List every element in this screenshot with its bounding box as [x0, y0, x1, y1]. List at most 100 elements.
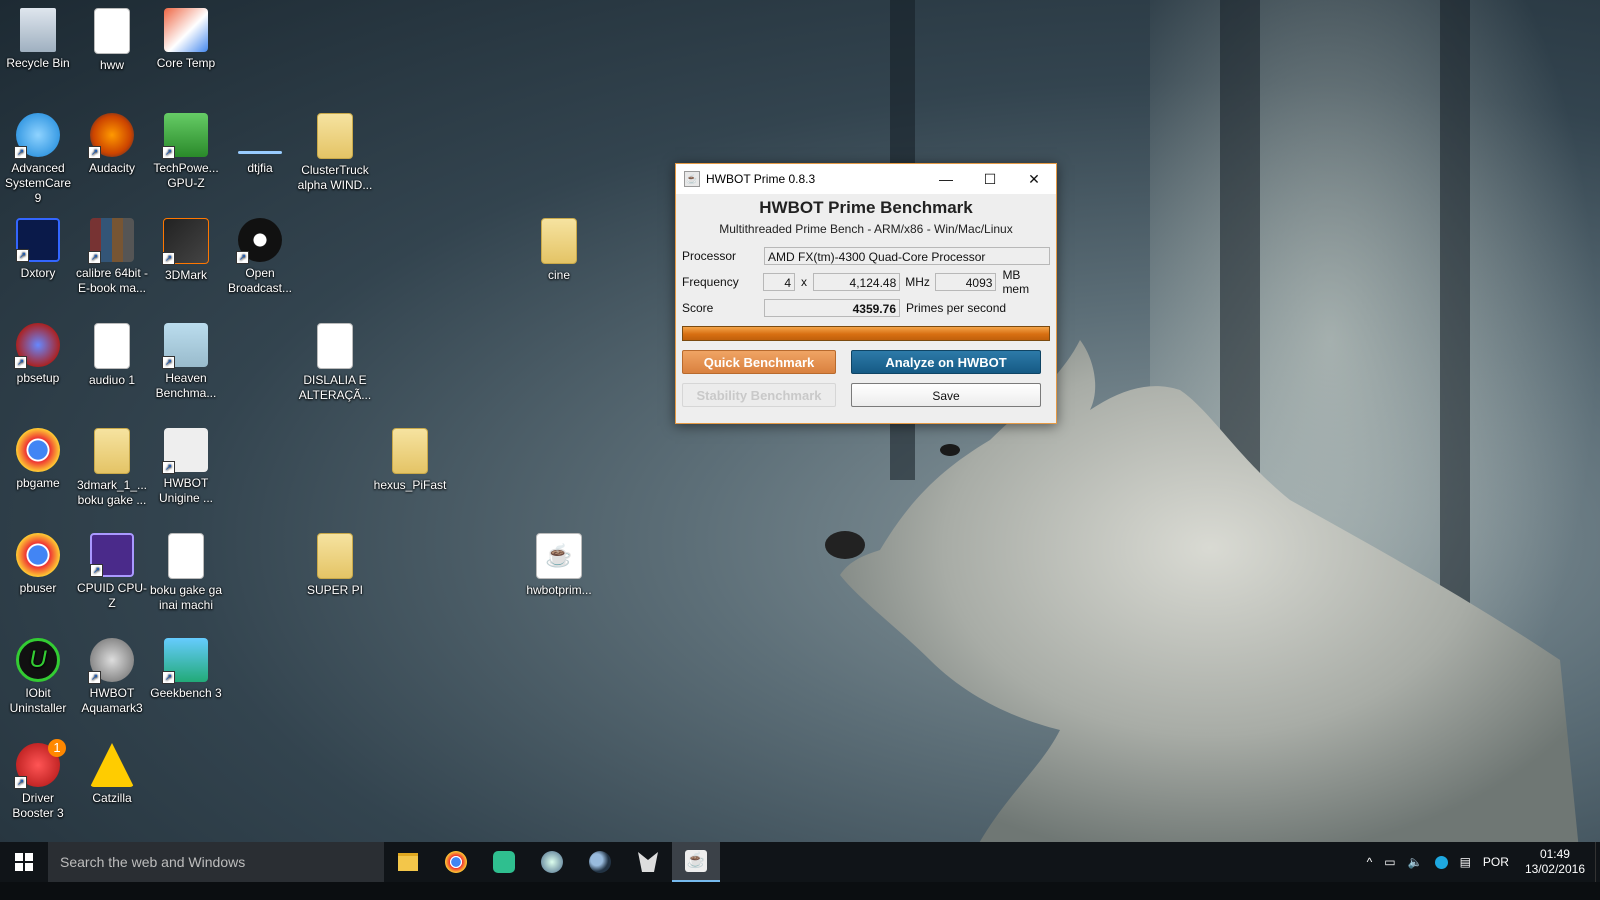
desktop-icon-hww[interactable]: hww	[74, 8, 150, 73]
volume-icon[interactable]: 🔈	[1408, 855, 1423, 869]
window-titlebar[interactable]: ☕ HWBOT Prime 0.8.3 — ☐ ✕	[676, 164, 1056, 194]
desktop-icon-cpu-z[interactable]: ↗ CPUID CPU-Z	[74, 533, 150, 611]
network-icon[interactable]: ▭	[1384, 855, 1395, 869]
recycle-bin-icon	[20, 8, 56, 52]
desktop-icon-gpu-z[interactable]: ↗ TechPowe... GPU-Z	[148, 113, 224, 191]
desktop-icon-dxtory[interactable]: ↗ Dxtory	[0, 218, 76, 281]
windows-logo-icon	[15, 853, 33, 871]
taskbar-app-fox[interactable]	[624, 842, 672, 882]
driver-booster-icon: ↗ 1	[14, 739, 66, 789]
hwbot-unigine-icon: ↗	[162, 428, 208, 474]
taskbar-search-box[interactable]: Search the web and Windows	[48, 842, 384, 882]
folder-icon	[541, 218, 577, 264]
desktop-icon-heaven[interactable]: ↗ Heaven Benchma...	[148, 323, 224, 401]
close-button[interactable]: ✕	[1012, 164, 1056, 194]
cores-field: 4	[763, 273, 796, 291]
hwbot-prime-window[interactable]: ☕ HWBOT Prime 0.8.3 — ☐ ✕ HWBOT Prime Be…	[675, 163, 1057, 424]
maximize-button[interactable]: ☐	[968, 164, 1012, 194]
folder-icon	[392, 428, 428, 474]
folder-icon	[398, 853, 418, 871]
desktop-icon-dislalia[interactable]: DISLALIA E ALTERAÇÃ...	[297, 323, 373, 403]
folder-icon	[317, 533, 353, 579]
minimize-button[interactable]: —	[924, 164, 968, 194]
taskbar-file-explorer[interactable]	[384, 842, 432, 882]
desktop-icon-pbuser[interactable]: pbuser	[0, 533, 76, 596]
desktop-icon-pbsetup[interactable]: ↗ pbsetup	[0, 323, 76, 386]
desktop-icon-boku-gake[interactable]: boku gake ga inai machi	[148, 533, 224, 613]
quick-benchmark-button[interactable]: Quick Benchmark	[682, 350, 836, 374]
line-file-icon	[238, 151, 282, 154]
desktop-icon-driver-booster[interactable]: ↗ 1 Driver Booster 3	[0, 739, 76, 821]
taskbar-app-green[interactable]	[480, 842, 528, 882]
taskbar-steam[interactable]	[528, 842, 576, 882]
desktop-icon-cine[interactable]: cine	[521, 218, 597, 283]
desktop-icon-clustertruck[interactable]: ClusterTruck alpha WIND...	[297, 113, 373, 193]
desktop-icon-calibre[interactable]: ↗ calibre 64bit - E-book ma...	[74, 218, 150, 296]
desktop-icon-hwbot-unigine[interactable]: ↗ HWBOT Unigine ...	[148, 428, 224, 506]
moon-icon	[589, 851, 611, 873]
desktop-icon-obs[interactable]: ↗ Open Broadcast...	[222, 218, 298, 296]
desktop-icon-super-pi[interactable]: SUPER PI	[297, 533, 373, 598]
desktop-icon-dtjfia[interactable]: dtjfia	[222, 113, 298, 176]
desktop-icon-catzilla[interactable]: Catzilla	[74, 743, 150, 806]
taskbar: Search the web and Windows ☕ ^ ▭ 🔈 ▤ POR…	[0, 842, 1600, 882]
mhz-unit: MHz	[905, 275, 930, 289]
frequency-row: Frequency 4 x 4,124.48 MHz 4093 MB mem	[682, 268, 1050, 296]
steam-icon	[541, 851, 563, 873]
show-hidden-icons-chevron-icon[interactable]: ^	[1367, 855, 1373, 869]
iobit-uninstaller-icon: U	[16, 638, 60, 682]
thermometer-icon	[164, 8, 208, 52]
score-unit: Primes per second	[906, 301, 1007, 315]
desktop-icon-recycle-bin[interactable]: Recycle Bin	[0, 8, 76, 71]
desktop-icon-3dmark-folder[interactable]: 3dmark_1_... boku gake ...	[74, 428, 150, 508]
taskbar-hwbot-prime[interactable]: ☕	[672, 842, 720, 882]
chrome-icon	[16, 533, 60, 577]
frequency-label: Frequency	[682, 275, 739, 289]
desktop-icon-audacity[interactable]: ↗ Audacity	[74, 113, 150, 176]
memory-unit: MB mem	[1002, 268, 1030, 296]
desktop-icon-hexus-pifast[interactable]: hexus_PiFast	[372, 428, 448, 493]
analyze-on-hwbot-button[interactable]: Analyze on HWBOT	[851, 350, 1041, 374]
processor-row: Processor AMD FX(tm)-4300 Quad-Core Proc…	[682, 245, 1050, 267]
pbsetup-icon: ↗	[14, 323, 60, 369]
geekbench-icon: ↗	[162, 638, 208, 684]
benchmark-subheading: Multithreaded Prime Bench - ARM/x86 - Wi…	[719, 222, 1013, 236]
score-field: 4359.76	[764, 299, 900, 317]
systemcare-icon: ↗	[14, 113, 60, 159]
fox-mask-icon	[638, 852, 658, 872]
desktop-icon-pbgame[interactable]: pbgame	[0, 428, 76, 491]
desktop-icon-iobit-uninstaller[interactable]: U IObit Uninstaller	[0, 638, 76, 716]
clock[interactable]: 01:49 13/02/2016	[1525, 847, 1585, 877]
desktop-icon-core-temp[interactable]: Core Temp	[148, 8, 224, 71]
monitor-icon: ↗	[16, 218, 60, 262]
clock-time: 01:49	[1539, 847, 1570, 861]
taskbar-chrome[interactable]	[432, 842, 480, 882]
processor-label: Processor	[682, 249, 737, 263]
start-button[interactable]	[0, 842, 48, 882]
audacity-icon: ↗	[88, 113, 134, 159]
skype-icon[interactable]	[1434, 855, 1448, 869]
action-center-icon[interactable]: ▤	[1460, 855, 1471, 869]
show-desktop-button[interactable]	[1595, 842, 1600, 882]
aquamark-icon: ↗	[88, 638, 134, 684]
save-button[interactable]: Save	[851, 383, 1041, 407]
desktop-icon-audiuo[interactable]: audiuo 1	[74, 323, 150, 388]
taskbar-app-moon[interactable]	[576, 842, 624, 882]
desktop-icon-advanced-systemcare[interactable]: ↗ Advanced SystemCare 9	[0, 113, 76, 206]
processor-field: AMD FX(tm)-4300 Quad-Core Processor	[764, 247, 1050, 265]
gpu-z-icon: ↗	[162, 113, 208, 159]
desktop-icon-geekbench[interactable]: ↗ Geekbench 3	[148, 638, 224, 701]
chrome-icon	[16, 428, 60, 472]
stability-benchmark-button: Stability Benchmark	[682, 383, 836, 407]
score-row: Score 4359.76 Primes per second	[682, 297, 1050, 319]
word-document-icon	[317, 323, 353, 369]
window-title: HWBOT Prime 0.8.3	[706, 172, 816, 186]
cpu-z-icon: ↗	[90, 533, 134, 577]
audio-file-icon	[94, 323, 130, 369]
obs-icon: ↗	[236, 218, 282, 264]
folder-icon	[317, 113, 353, 159]
desktop-icon-aquamark[interactable]: ↗ HWBOT Aquamark3	[74, 638, 150, 716]
language-indicator[interactable]: POR	[1483, 855, 1509, 869]
desktop-icon-3dmark[interactable]: ↗ 3DMark	[148, 218, 224, 283]
desktop-icon-hwbotprime[interactable]: ☕ hwbotprim...	[521, 533, 597, 598]
